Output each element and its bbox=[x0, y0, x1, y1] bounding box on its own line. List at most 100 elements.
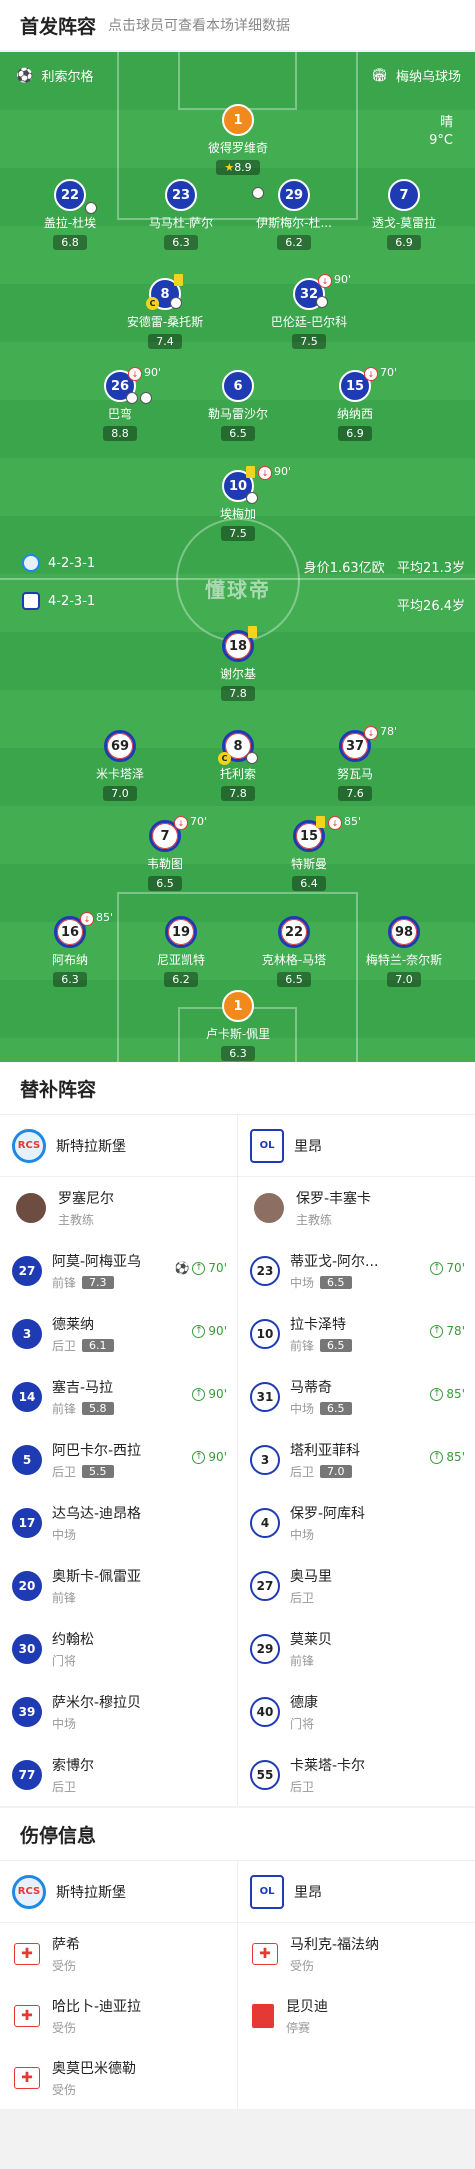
player-home-23[interactable]: 23 马马杜-萨尔 6.3 bbox=[131, 179, 231, 250]
team-name: 里昂 bbox=[294, 1884, 322, 1901]
player-position: 后卫 bbox=[52, 1779, 77, 1794]
sub-out-icon: ↓ bbox=[258, 466, 272, 480]
player-home-22[interactable]: 22 盖拉-杜埃 6.8 bbox=[20, 179, 120, 250]
player-name: 哈比卜-迪亚拉 bbox=[52, 1999, 142, 2015]
player-away-15[interactable]: 15 特斯曼 6.4 bbox=[259, 820, 359, 891]
list-item[interactable]: 30 约翰松 门将 bbox=[0, 1617, 237, 1680]
list-item[interactable]: 20 奥斯卡-佩雷亚 前锋 bbox=[0, 1554, 237, 1617]
player-name: 谢尔基 bbox=[219, 667, 256, 681]
ball-icon bbox=[126, 392, 138, 404]
home-team-row[interactable]: RCS 斯特拉斯堡 bbox=[0, 1115, 237, 1177]
player-home-8[interactable]: 8 安德雷-桑托斯 7.4 bbox=[115, 278, 215, 349]
list-item[interactable]: 14 塞吉-马拉 前锋 5.8 ↑ 90' bbox=[0, 1365, 237, 1428]
list-item[interactable]: ✚ 奥莫巴米德勒 受伤 bbox=[0, 2047, 237, 2109]
player-away-19[interactable]: 19 尼亚凯特 6.2 bbox=[131, 916, 231, 987]
list-item[interactable]: 5 阿巴卡尔-西拉 后卫 5.5 ↑ 90' bbox=[0, 1428, 237, 1491]
list-item[interactable]: 昆贝迪 停赛 bbox=[238, 1985, 475, 2047]
away-team-row[interactable]: OL 里昂 bbox=[238, 1861, 475, 1923]
list-item[interactable]: 29 莫莱贝 前锋 bbox=[238, 1617, 475, 1680]
list-item[interactable]: 17 达乌达-迪昂格 中场 bbox=[0, 1491, 237, 1554]
player-name: 勒马雷沙尔 bbox=[207, 407, 268, 421]
sub-time: 78' bbox=[446, 1324, 465, 1338]
player-name: 阿布纳 bbox=[51, 953, 88, 967]
sub-time: 90' bbox=[144, 366, 162, 379]
player-away-7[interactable]: 7 韦勒图 6.5 bbox=[115, 820, 215, 891]
weather-text: 晴 bbox=[439, 115, 453, 130]
player-home-6[interactable]: 6 勒马雷沙尔 6.5 bbox=[188, 370, 288, 441]
player-home-32[interactable]: 32 巴伦廷-巴尔科 7.5 bbox=[259, 278, 359, 349]
player-home-26[interactable]: 26 巴弯 8.8 bbox=[70, 370, 170, 441]
player-position: 后卫 bbox=[290, 1464, 315, 1479]
shirt-number: 6 bbox=[222, 370, 254, 402]
player-name: 纳纳西 bbox=[336, 407, 373, 421]
coach-role: 主教练 bbox=[58, 1213, 95, 1227]
player-rating: 6.2 bbox=[164, 972, 198, 987]
list-item[interactable]: ✚ 萨希 受伤 bbox=[0, 1923, 237, 1985]
away-coach[interactable]: 保罗-丰塞卡 主教练 bbox=[238, 1177, 475, 1239]
player-status: 受伤 bbox=[52, 2021, 77, 2035]
player-rating: 6.5 bbox=[221, 426, 255, 441]
player-home-7[interactable]: 7 透戈-莫雷拉 6.9 bbox=[354, 179, 454, 250]
player-away-69[interactable]: 69 米卡塔泽 7.0 bbox=[70, 730, 170, 801]
list-item[interactable]: 23 蒂亚戈-阿尔... 中场 6.5 ↑ 70' bbox=[238, 1239, 475, 1302]
player-away-37[interactable]: 37 努瓦马 7.6 bbox=[305, 730, 405, 801]
away-team-row[interactable]: OL 里昂 bbox=[238, 1115, 475, 1177]
list-item[interactable]: 3 德莱纳 后卫 6.1 ↑ 90' bbox=[0, 1302, 237, 1365]
player-name: 米卡塔泽 bbox=[95, 767, 144, 781]
player-position: 门将 bbox=[52, 1653, 77, 1668]
strasbourg-logo-icon: RCS bbox=[12, 1128, 46, 1163]
sub-time: 85' bbox=[96, 911, 114, 924]
list-item[interactable]: ✚ 马利克-福法纳 受伤 bbox=[238, 1923, 475, 1985]
player-away-22[interactable]: 22 克林格-马塔 6.5 bbox=[244, 916, 344, 987]
player-rating: 7.5 bbox=[221, 526, 255, 541]
player-rating: 6.5 bbox=[320, 1401, 352, 1415]
sub-time: 70' bbox=[190, 815, 208, 828]
list-item[interactable]: 31 马蒂奇 中场 6.5 ↑ 85' bbox=[238, 1365, 475, 1428]
list-item[interactable]: 10 拉卡泽特 前锋 6.5 ↑ 78' bbox=[238, 1302, 475, 1365]
sub-out-icon: ↓ bbox=[364, 726, 378, 740]
player-away-8[interactable]: 8 托利索 7.8 bbox=[188, 730, 288, 801]
home-team-row[interactable]: RCS 斯特拉斯堡 bbox=[0, 1861, 237, 1923]
coach-role: 主教练 bbox=[296, 1213, 333, 1227]
player-away-98[interactable]: 98 梅特兰-奈尔斯 7.0 bbox=[354, 916, 454, 987]
list-item[interactable]: 3 塔利亚菲科 后卫 7.0 ↑ 85' bbox=[238, 1428, 475, 1491]
player-position: 中场 bbox=[290, 1401, 315, 1416]
list-item[interactable]: 40 德康 门将 bbox=[238, 1680, 475, 1743]
list-item[interactable]: 77 索博尔 后卫 bbox=[0, 1743, 237, 1806]
player-home-1[interactable]: 1 彼得罗维奇 ★8.9 bbox=[188, 104, 288, 175]
team-name: 里昂 bbox=[294, 1138, 322, 1155]
page-subtitle: 点击球员可查看本场详细数据 bbox=[108, 18, 291, 34]
shirt-number: 29 bbox=[250, 1633, 280, 1664]
yellow-card-icon bbox=[174, 274, 183, 286]
list-item[interactable]: 55 卡莱塔-卡尔 后卫 bbox=[238, 1743, 475, 1806]
list-item[interactable]: ✚ 哈比卜-迪亚拉 受伤 bbox=[0, 1985, 237, 2047]
player-rating: 6.5 bbox=[320, 1275, 352, 1289]
medical-kit-icon: ✚ bbox=[14, 1943, 40, 1965]
player-name: 特斯曼 bbox=[290, 857, 327, 871]
team-name: 斯特拉斯堡 bbox=[56, 1884, 126, 1901]
player-name: 德莱纳 bbox=[52, 1316, 94, 1333]
sub-time: 85' bbox=[446, 1450, 465, 1464]
player-name: 拉卡泽特 bbox=[290, 1316, 346, 1333]
player-home-10[interactable]: 10 埃梅加 7.5 bbox=[188, 470, 288, 541]
list-item[interactable]: 4 保罗-阿库科 中场 bbox=[238, 1491, 475, 1554]
shirt-number: 31 bbox=[250, 1381, 280, 1412]
player-name: 克林格-马塔 bbox=[261, 953, 327, 967]
list-item[interactable]: 27 奥马里 后卫 bbox=[238, 1554, 475, 1617]
away-age: 平均26.4岁 bbox=[397, 599, 465, 614]
home-coach[interactable]: 罗塞尼尔 主教练 bbox=[0, 1177, 237, 1239]
ball-icon: ⚽ bbox=[174, 1261, 190, 1275]
home-value-row: 身价1.63亿欧 平均21.3岁 bbox=[304, 557, 465, 576]
player-away-16[interactable]: 16 阿布纳 6.3 bbox=[20, 916, 120, 987]
shirt-number: 23 bbox=[165, 179, 197, 211]
list-item[interactable]: 27 阿莫-阿梅亚乌 前锋 7.3 ⚽ ↑ 70' bbox=[0, 1239, 237, 1302]
shirt-number: 27 bbox=[250, 1570, 280, 1601]
list-item[interactable]: 39 萨米尔-穆拉贝 中场 bbox=[0, 1680, 237, 1743]
player-away-18[interactable]: 18 谢尔基 7.8 bbox=[188, 630, 288, 701]
player-position: 中场 bbox=[52, 1716, 77, 1731]
shirt-number: 22 bbox=[278, 916, 310, 948]
player-away-1[interactable]: 1 卢卡斯-佩里 6.3 bbox=[188, 990, 288, 1061]
player-home-15[interactable]: 15 纳纳西 6.9 bbox=[305, 370, 405, 441]
player-rating: 7.0 bbox=[320, 1464, 352, 1478]
home-value: 身价1.63亿欧 bbox=[303, 561, 385, 576]
